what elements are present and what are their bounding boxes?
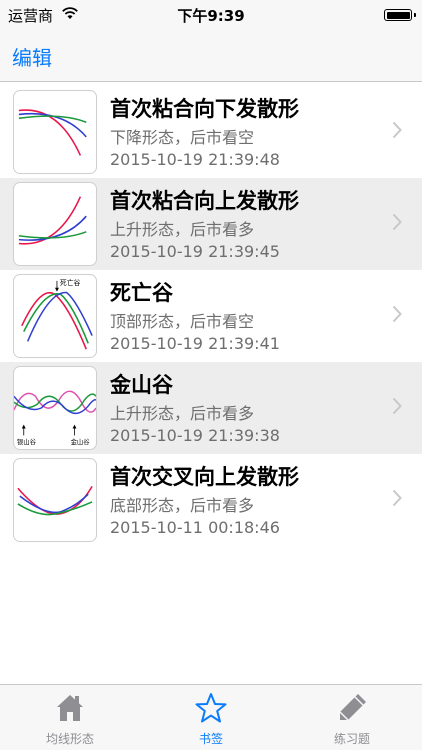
- chevron-right-icon: [392, 489, 402, 507]
- tab-label: 书签: [198, 732, 223, 746]
- item-date: 2015-10-11 00:18:46: [110, 518, 280, 537]
- thumbnail-label: 银山谷: [17, 437, 37, 446]
- list-item[interactable]: 首次粘合向上发散形 上升形态，后市看多 2015-10-19 21:39:45: [0, 178, 422, 270]
- tab-patterns[interactable]: 均线形态: [0, 685, 140, 751]
- item-title: 金山谷: [110, 373, 173, 397]
- chevron-right-icon: [392, 305, 402, 323]
- navigation-bar: 编辑: [0, 30, 422, 82]
- tab-bookmarks[interactable]: 书签: [141, 685, 281, 751]
- item-title: 死亡谷: [110, 281, 173, 305]
- bookmark-list: 首次粘合向下发散形 下降形态，后市看空 2015-10-19 21:39:48 …: [0, 86, 422, 546]
- item-subtitle: 顶部形态，后市看空: [110, 312, 255, 331]
- pattern-thumbnail: [13, 458, 97, 542]
- tab-bar: 均线形态 书签 练习题: [0, 684, 422, 750]
- list-item[interactable]: 首次粘合向下发散形 下降形态，后市看空 2015-10-19 21:39:48: [0, 86, 422, 178]
- item-subtitle: 底部形态，后市看多: [110, 496, 255, 515]
- item-subtitle: 下降形态，后市看空: [110, 128, 255, 147]
- chevron-right-icon: [392, 121, 402, 139]
- pencil-icon: [339, 694, 366, 721]
- status-bar: 运营商 下午9:39: [0, 0, 422, 30]
- pattern-thumbnail: [13, 182, 97, 266]
- item-date: 2015-10-19 21:39:41: [110, 334, 280, 353]
- item-date: 2015-10-19 21:39:48: [110, 150, 280, 169]
- list-item[interactable]: 首次交叉向上发散形 底部形态，后市看多 2015-10-11 00:18:46: [0, 454, 422, 546]
- item-date: 2015-10-19 21:39:45: [110, 242, 280, 261]
- list-item[interactable]: 死亡谷 死亡谷 顶部形态，后市看空 2015-10-19 21:39:41: [0, 270, 422, 362]
- list-item[interactable]: 银山谷 金山谷 金山谷 上升形态，后市看多 2015-10-19 21:39:3…: [0, 362, 422, 454]
- item-title: 首次粘合向下发散形: [110, 97, 299, 121]
- pattern-thumbnail: 死亡谷: [13, 274, 97, 358]
- pattern-thumbnail: [13, 90, 97, 174]
- tab-exercises[interactable]: 练习题: [282, 685, 422, 751]
- thumbnail-label: 死亡谷: [60, 278, 81, 287]
- item-date: 2015-10-19 21:39:38: [110, 426, 280, 445]
- tab-label: 均线形态: [45, 732, 94, 746]
- item-title: 首次粘合向上发散形: [110, 189, 299, 213]
- chevron-right-icon: [392, 213, 402, 231]
- item-subtitle: 上升形态，后市看多: [110, 404, 255, 423]
- status-time: 下午9:39: [177, 7, 245, 25]
- battery-icon: [384, 9, 416, 21]
- chevron-right-icon: [392, 397, 402, 415]
- house-icon: [57, 695, 83, 721]
- pattern-thumbnail: 银山谷 金山谷: [13, 366, 97, 450]
- tab-label: 练习题: [333, 732, 370, 746]
- star-icon: [195, 693, 227, 723]
- edit-button[interactable]: 编辑: [12, 42, 52, 71]
- thumbnail-label: 金山谷: [71, 437, 91, 446]
- item-title: 首次交叉向上发散形: [110, 465, 299, 489]
- item-subtitle: 上升形态，后市看多: [110, 220, 255, 239]
